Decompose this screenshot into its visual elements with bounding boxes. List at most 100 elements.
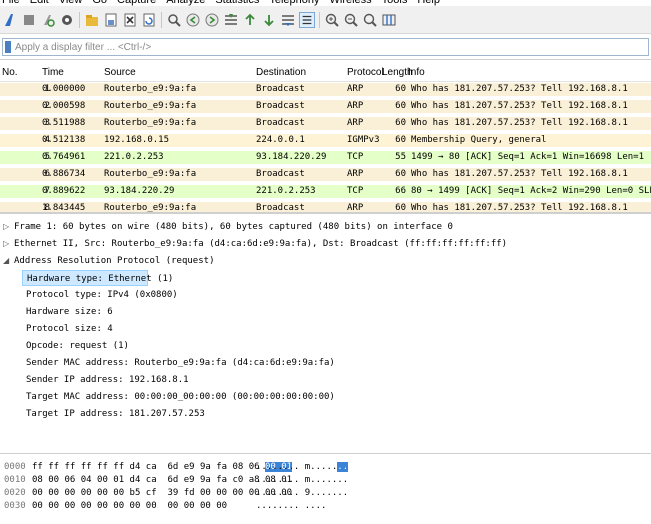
- cell-length: 60: [395, 135, 406, 145]
- cell-time: 0.512138: [42, 135, 86, 145]
- detail-field[interactable]: Sender IP address: 192.168.8.1: [0, 372, 651, 388]
- cell-protocol: ARP: [347, 169, 364, 179]
- cell-time: 0.764961: [42, 152, 86, 162]
- detail-field[interactable]: Target IP address: 181.207.57.253: [0, 406, 651, 422]
- detail-tree-header[interactable]: ▷ Ethernet II, Src: Routerbo_e9:9a:fa (d4…: [0, 236, 651, 252]
- detail-text: Opcode: request (1): [26, 341, 129, 351]
- cell-source: Routerbo_e9:9a:fa: [104, 84, 197, 94]
- shark-fin-start-icon[interactable]: [2, 12, 18, 28]
- colorize-icon[interactable]: [299, 11, 315, 28]
- hex-ascii-text: ........ m.......: [256, 475, 349, 485]
- cell-length: 60: [395, 101, 406, 111]
- detail-text: Target MAC address: 00:00:00_00:00:00 (0…: [26, 392, 335, 402]
- detail-field[interactable]: Opcode: request (1): [0, 338, 651, 354]
- cell-protocol: TCP: [347, 152, 364, 162]
- hex-ascii-text: ........ ....: [256, 501, 327, 511]
- forward-arrow-icon[interactable]: [204, 12, 220, 28]
- hex-bytes: 00 00 00 00 00 00 00 00 00 00 00 00: [32, 500, 227, 513]
- cell-length: 60: [395, 84, 406, 94]
- column-header-info[interactable]: Info: [408, 67, 425, 78]
- detail-field[interactable]: Protocol type: IPv4 (0x0800): [0, 287, 651, 303]
- zoom-in-icon[interactable]: [324, 12, 340, 28]
- stop-icon[interactable]: [21, 12, 37, 28]
- close-file-icon[interactable]: [122, 12, 138, 28]
- cell-length: 66: [395, 186, 406, 196]
- save-file-icon[interactable]: [103, 12, 119, 28]
- options-gear-icon[interactable]: [59, 12, 75, 28]
- hex-bytes-text: ff ff ff ff ff ff d4 ca 6d e9 9a fa 08 0…: [32, 462, 265, 472]
- reload-icon[interactable]: [141, 12, 157, 28]
- detail-tree-header[interactable]: ▷ Frame 1: 60 bytes on wire (480 bits), 6…: [0, 219, 651, 235]
- cell-time: 0.511988: [42, 118, 86, 128]
- detail-field[interactable]: Hardware type: Ethernet (1): [22, 270, 173, 286]
- hex-row[interactable]: 0020 00 00 00 00 00 00 b5 cf 39 fd 00 00 …: [0, 487, 651, 500]
- hex-bytes: 08 00 06 04 00 01 d4 ca 6d e9 9a fa c0 a…: [32, 474, 292, 487]
- expanded-arrow-icon[interactable]: ◢: [3, 253, 9, 269]
- detail-text: Sender IP address: 192.168.8.1: [26, 375, 189, 385]
- filter-bookmark-icon[interactable]: [5, 41, 11, 53]
- packet-list: No. Time Source Destination Protocol Len…: [0, 61, 651, 214]
- packet-row[interactable]: 1 0.000000 Routerbo_e9:9a:fa Broadcast ARP 60…: [0, 83, 651, 96]
- column-header-source[interactable]: Source: [104, 67, 136, 78]
- packet-row[interactable]: 5 0.764961 221.0.2.253 93.184.220.29 TCP 55 14…: [0, 151, 651, 164]
- cell-info: 80 → 1499 [ACK] Seq=1 Ack=2 Win=290 Len=…: [411, 186, 651, 196]
- cell-destination: 93.184.220.29: [256, 152, 327, 162]
- hex-ascii: ........ m.......: [256, 474, 348, 487]
- main-toolbar: [0, 6, 651, 34]
- hex-row[interactable]: 0010 08 00 06 04 00 01 d4 ca 6d e9 9a fa …: [0, 474, 651, 487]
- detail-field[interactable]: Hardware size: 6: [0, 304, 651, 320]
- collapsed-arrow-icon[interactable]: ▷: [3, 236, 9, 252]
- hex-bytes: ff ff ff ff ff ff d4 ca 6d e9 9a fa 08 0…: [32, 461, 293, 474]
- packet-row[interactable]: 4 0.512138 192.168.0.15 224.0.0.1 IGMPv3 60 Me…: [0, 134, 651, 147]
- column-header-protocol[interactable]: Protocol: [347, 67, 384, 78]
- cell-time: 0.889622: [42, 186, 86, 196]
- hex-ascii: ........ 9.......: [256, 487, 348, 500]
- hex-ascii: ........ m.......: [256, 461, 349, 474]
- packet-row[interactable]: 7 0.889622 93.184.220.29 221.0.2.253 TCP 66 80…: [0, 185, 651, 198]
- cell-destination: Broadcast: [256, 203, 305, 213]
- detail-field[interactable]: Protocol size: 4: [0, 321, 651, 337]
- display-filter-input[interactable]: [15, 40, 615, 54]
- cell-time: 0.000598: [42, 101, 86, 111]
- cell-info: Who has 181.207.57.253? Tell 192.168.8.1: [411, 169, 628, 179]
- cell-source: Routerbo_e9:9a:fa: [104, 118, 197, 128]
- packet-row[interactable]: 3 0.511988 Routerbo_e9:9a:fa Broadcast ARP 60…: [0, 117, 651, 130]
- column-header-no[interactable]: No.: [2, 67, 18, 78]
- zoom-normal-icon[interactable]: [362, 12, 378, 28]
- cell-protocol: ARP: [347, 84, 364, 94]
- packet-row[interactable]: 8 1.843445 Routerbo_e9:9a:fa Broadcast ARP 60…: [0, 202, 651, 213]
- packet-row[interactable]: 6 0.886734 Routerbo_e9:9a:fa Broadcast ARP 60…: [0, 168, 651, 181]
- restart-icon[interactable]: [40, 12, 56, 28]
- packet-row[interactable]: 2 0.000598 Routerbo_e9:9a:fa Broadcast ARP 60…: [0, 100, 651, 113]
- cell-length: 60: [395, 118, 406, 128]
- cell-protocol: ARP: [347, 118, 364, 128]
- column-header-destination[interactable]: Destination: [256, 67, 306, 78]
- cell-info: Who has 181.207.57.253? Tell 192.168.8.1: [411, 84, 628, 94]
- cell-length: 60: [395, 203, 406, 213]
- open-folder-icon[interactable]: [84, 12, 100, 28]
- packet-bytes: 0000 ff ff ff ff ff ff d4 ca 6d e9 9a fa …: [0, 458, 651, 524]
- column-header-time[interactable]: Time: [42, 67, 64, 78]
- first-packet-icon[interactable]: [242, 12, 258, 28]
- resize-columns-icon[interactable]: [381, 12, 397, 28]
- cell-time: 1.843445: [42, 203, 86, 213]
- toolbar-separator: [161, 11, 162, 28]
- cell-protocol: IGMPv3: [347, 135, 380, 145]
- cell-destination: 224.0.0.1: [256, 135, 305, 145]
- detail-tree-header[interactable]: ◢ Address Resolution Protocol (request): [0, 253, 651, 269]
- cell-time: 0.886734: [42, 169, 86, 179]
- autoscroll-icon[interactable]: [280, 12, 296, 28]
- collapsed-arrow-icon[interactable]: ▷: [3, 219, 9, 235]
- find-icon[interactable]: [166, 12, 182, 28]
- detail-field[interactable]: Sender MAC address: Routerbo_e9:9a:fa (d…: [0, 355, 651, 371]
- last-packet-icon[interactable]: [261, 12, 277, 28]
- zoom-out-icon[interactable]: [343, 12, 359, 28]
- cell-info: Who has 181.207.57.253? Tell 192.168.8.1: [411, 203, 628, 213]
- hex-row[interactable]: 0000 ff ff ff ff ff ff d4 ca 6d e9 9a fa …: [0, 461, 651, 474]
- packet-details: ▷ Frame 1: 60 bytes on wire (480 bits), 6…: [0, 216, 651, 454]
- cell-info: Who has 181.207.57.253? Tell 192.168.8.1: [411, 118, 628, 128]
- go-to-packet-icon[interactable]: [223, 12, 239, 28]
- back-arrow-icon[interactable]: [185, 12, 201, 28]
- detail-field[interactable]: Target MAC address: 00:00:00_00:00:00 (0…: [0, 389, 651, 405]
- hex-row[interactable]: 0030 00 00 00 00 00 00 00 00 00 00 00 00.…: [0, 500, 651, 513]
